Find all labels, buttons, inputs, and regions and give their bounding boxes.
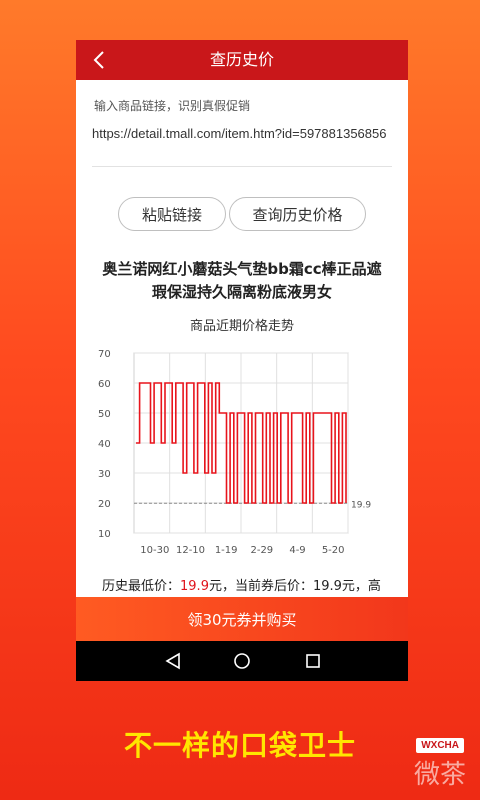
y-tick-label: 60 [98,379,111,390]
watermark-text: 微茶 [413,760,466,790]
x-tick-label: 10-30 [140,545,169,556]
android-nav-bar [76,641,408,681]
url-hint-label: 输入商品链接，识别真假促销 [94,99,251,113]
price-trend-chart: 70 60 50 40 30 20 10 10-30 12-10 1-19 2-29 4-9 5-20 1… [98,349,371,556]
watermark-badge: WXCHA [416,738,464,753]
paste-link-button[interactable]: 粘贴链接 [118,197,226,231]
page-title: 查历史价 [209,50,274,69]
reference-line-label: 19.9 [351,500,371,510]
y-tick-label: 30 [98,469,111,480]
title-bar: 查历史价 [76,40,408,80]
price-summary: 历史最低价：19.9元，当前券后价：19.9元，高 [102,575,402,594]
y-tick-label: 10 [98,529,111,540]
url-input[interactable]: https://detail.tmall.com/item.htm?id=597… [92,124,392,167]
y-tick-label: 70 [98,349,111,360]
product-title: 奥兰诺网红小蘑菇头气垫bb霜cc棒正品遮瑕保湿持久隔离粉底液男女 [102,260,382,301]
y-tick-label: 40 [98,439,111,450]
back-triangle-icon[interactable] [163,651,183,671]
lowest-price-value: 19.9 [180,579,209,594]
y-tick-label: 20 [98,499,111,510]
y-tick-label: 50 [98,409,111,420]
home-circle-icon[interactable] [232,651,252,671]
x-tick-label: 1-19 [215,545,238,556]
x-tick-label: 5-20 [322,545,345,556]
get-coupon-buy-button[interactable]: 领30元券并购买 [76,597,408,641]
watermark: WXCHA 微茶 [350,738,470,790]
summary-rest: 元，当前券后价：19.9元，高 [208,579,381,594]
x-tick-label: 12-10 [176,545,205,556]
summary-prefix: 历史最低价： [102,579,181,594]
phone-screen: 查历史价 输入商品链接，识别真假促销 https://detail.tmall.… [76,40,408,681]
recent-square-icon[interactable] [303,651,323,671]
query-history-price-button[interactable]: 查询历史价格 [229,197,366,231]
x-tick-label: 2-29 [250,545,273,556]
chart-title: 商品近期价格走势 [189,319,294,334]
x-tick-label: 4-9 [289,545,305,556]
